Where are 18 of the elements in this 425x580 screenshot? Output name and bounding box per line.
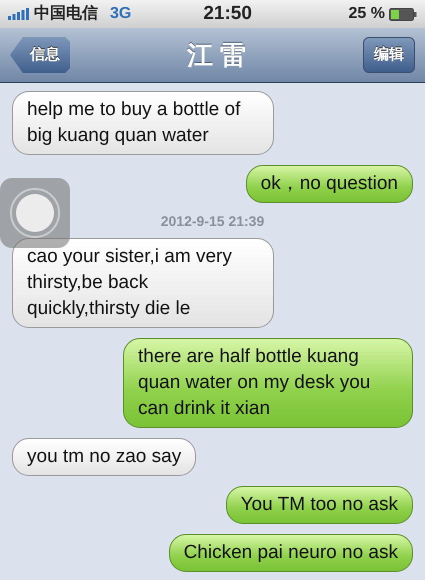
network-type: 3G [110,4,132,24]
sent-message: Chicken pai neuro no ask [168,534,413,572]
carrier-name: 中国电信 [34,4,98,24]
battery-icon [389,8,417,20]
sent-message: You TM too no ask [226,486,413,524]
clock-time: 21:50 [202,2,252,26]
received-message: you tm no zao say [12,438,196,476]
battery-percent: 25 % [348,4,385,24]
back-button[interactable]: 信息 [10,36,70,74]
signal-icon [8,8,30,20]
received-message: cao your sister,i am very thirsty,be back quickly,thirsty die le [12,238,274,328]
sent-message: there are half bottle kuang quan water on my desk you can drink it xian [123,338,413,428]
edit-button[interactable]: 编辑 [362,36,415,74]
sent-message: ok，no question [246,165,413,203]
received-message: help me to buy a bottle of big kuang quan water [12,91,274,155]
assistive-touch-button[interactable] [0,178,70,248]
message-timestamp: 2012-9-15 21:39 [160,212,264,231]
conversation-title: 江 雷 [186,38,246,72]
